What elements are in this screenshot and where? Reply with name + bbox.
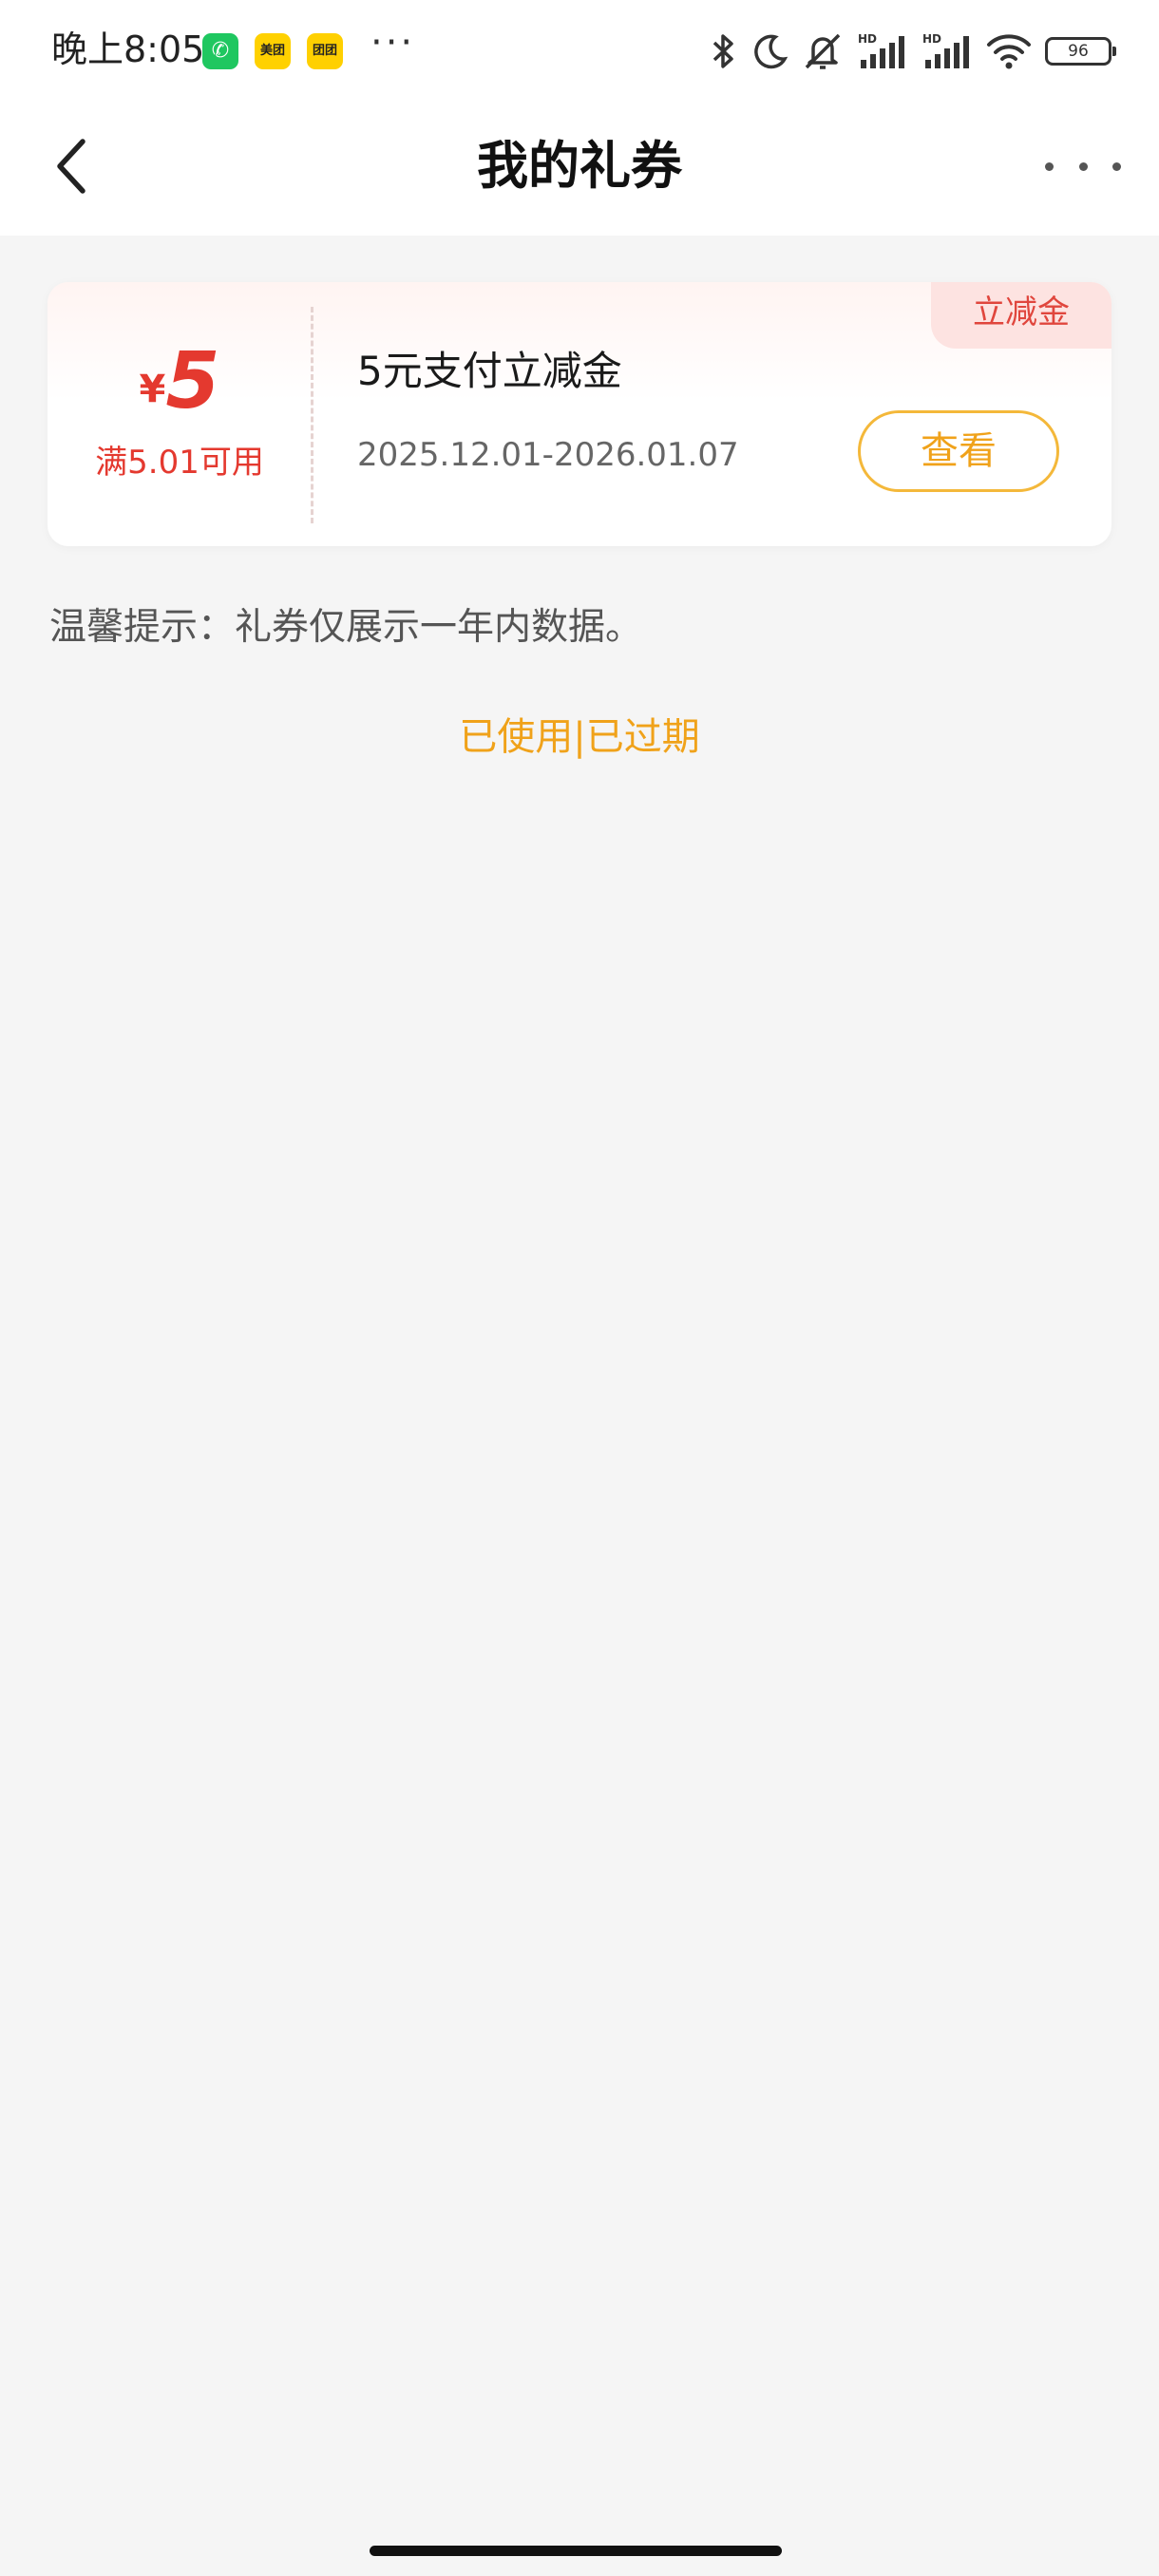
coupon-name: 5元支付立减金 (357, 348, 622, 394)
signal-hd-1-icon: HD (858, 32, 904, 68)
currency-symbol: ¥ (139, 368, 166, 411)
battery-icon: 96 (1045, 37, 1116, 66)
more-dot-icon (1078, 161, 1088, 171)
coupon-validity: 2025.12.01-2026.01.07 (357, 436, 739, 474)
coupon-card[interactable]: 立减金 ¥5 满5.01可用 5元支付立减金 2025.12.01-2026.0… (48, 282, 1112, 546)
svg-text:HD: HD (858, 32, 877, 46)
do-not-disturb-moon-icon (754, 34, 788, 69)
signal-hd-2-icon: HD (922, 32, 969, 68)
nav-bar: 我的礼券 (0, 95, 1159, 236)
coupon-amount: ¥5 (48, 339, 312, 445)
bluetooth-icon (712, 34, 733, 68)
status-bar: 晚上8:05 ✆ 美团 团团 ··· HD HD 96 (0, 0, 1159, 95)
amount-value: 5 (165, 336, 220, 426)
meituan-notification-icon: 美团 (255, 33, 291, 69)
page-title: 我的礼券 (477, 136, 682, 196)
view-button[interactable]: 查看 (858, 410, 1059, 492)
wifi-icon (987, 34, 1031, 69)
more-notifications-icon: ··· (370, 21, 416, 65)
used-expired-link[interactable]: 已使用|已过期 (0, 710, 1159, 764)
coupon-type-tag: 立减金 (931, 282, 1112, 349)
wechat-notification-icon: ✆ (202, 33, 238, 69)
home-indicator[interactable] (370, 2546, 782, 2556)
coupon-divider (311, 307, 314, 523)
tuantuan-notification-icon: 团团 (307, 33, 343, 69)
coupon-value-section: ¥5 满5.01可用 (48, 282, 312, 546)
mute-bell-icon (805, 33, 841, 69)
more-dot-icon (1045, 161, 1054, 171)
tip-text: 温馨提示：礼券仅展示一年内数据。 (49, 606, 643, 649)
status-time: 晚上8:05 (51, 28, 205, 70)
coupon-condition: 满5.01可用 (95, 444, 264, 482)
svg-text:HD: HD (922, 32, 941, 46)
more-options-button[interactable] (1045, 142, 1121, 190)
status-icons: HD HD 96 (707, 25, 1116, 78)
more-dot-icon (1112, 161, 1121, 171)
